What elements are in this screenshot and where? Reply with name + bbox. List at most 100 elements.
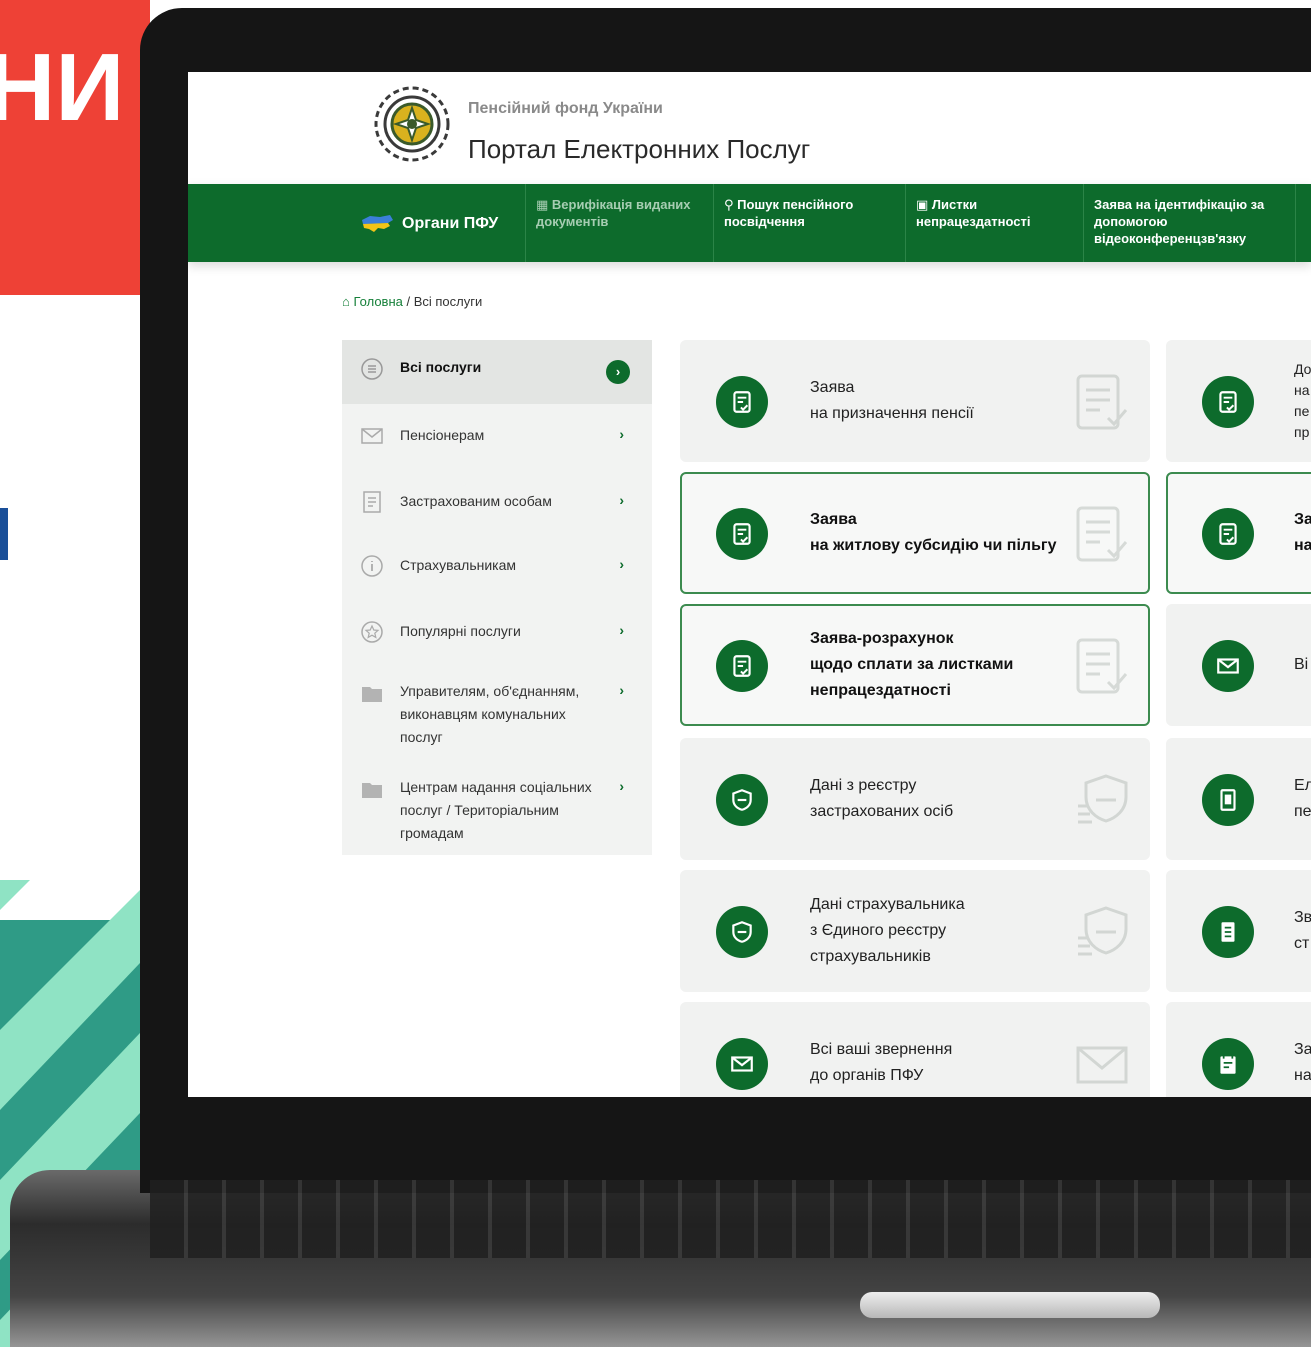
shield-watermark-icon <box>1078 906 1128 956</box>
service-card-line: пе <box>1294 803 1311 820</box>
sidebar-item-popular-services[interactable]: Популярні послуги › <box>342 600 652 664</box>
portal-title[interactable]: Портал Електронних Послуг <box>468 134 810 165</box>
service-card-housing-subsidy[interactable]: Заява на житлову субсидію чи пільгу <box>680 472 1150 594</box>
service-card-col2-1[interactable]: До на пе пр <box>1166 340 1311 462</box>
service-card-pension-application[interactable]: Заява на призначення пенсії <box>680 340 1150 462</box>
search-icon: ⚲ <box>724 197 738 212</box>
sidebar-item-social-service-centers[interactable]: Центрам надання соціальних послуг / Тери… <box>342 760 652 855</box>
service-card-title: Ел пе <box>1294 740 1311 858</box>
laptop-screen: Пенсійний фонд України Портал Електронни… <box>188 72 1311 1097</box>
nav-item-video-identification[interactable]: Заява на ідентифікацію за допомогою віде… <box>1084 184 1296 262</box>
service-card-line: ст <box>1294 935 1310 952</box>
service-card-line: Заява-розрахунок <box>810 630 954 647</box>
service-card-col2-4[interactable]: Ел пе <box>1166 738 1311 860</box>
service-card-line: Ел <box>1294 777 1311 794</box>
service-card-line: Зв <box>1294 909 1311 926</box>
service-card-insurer-registry[interactable]: Дані страхувальника з Єдиного реєстру ст… <box>680 870 1150 992</box>
service-card-title: Ві <box>1294 606 1311 724</box>
folder-icon <box>362 687 382 702</box>
shield-icon <box>716 774 768 826</box>
service-card-col2-3[interactable]: Ві <box>1166 604 1311 726</box>
service-card-title: Заява на призначення пенсії <box>810 342 1110 460</box>
nav-item-label: Органи ПФУ <box>402 214 499 232</box>
envelope-icon <box>716 1038 768 1090</box>
service-card-line: До <box>1294 361 1311 377</box>
main-nav: Органи ПФУ ▦ Верифікація виданих докумен… <box>188 184 1311 262</box>
document-check-icon <box>716 508 768 560</box>
org-name: Пенсійний фонд України <box>468 100 663 117</box>
document-check-icon <box>1202 376 1254 428</box>
breadcrumb-current: Всі послуги <box>413 294 483 309</box>
nav-item-sick-leave[interactable]: ▣ Листки непрацездатності <box>906 184 1084 262</box>
service-card-line: пр <box>1294 424 1310 440</box>
service-card-line: За <box>1294 511 1311 528</box>
camera-icon: ▣ <box>916 197 932 212</box>
service-card-col2-2[interactable]: За на <box>1166 472 1311 594</box>
service-card-title: За на <box>1294 1004 1311 1097</box>
sidebar-item-all-services[interactable]: Всі послуги › <box>342 340 652 404</box>
service-card-line: Дані з реєстру <box>810 777 917 794</box>
service-card-line: страхувальників <box>810 948 931 965</box>
shield-icon <box>716 906 768 958</box>
service-card-col2-6[interactable]: За на <box>1166 1002 1311 1097</box>
service-card-line: до органів ПФУ <box>810 1067 924 1084</box>
folder-icon <box>362 783 382 798</box>
service-card-line: щодо сплати за листками <box>810 656 1014 673</box>
chevron-right-icon: › <box>619 492 624 508</box>
star-icon <box>361 621 383 643</box>
service-card-title: Дані з реєстру застрахованих осіб <box>810 740 1110 858</box>
nav-item-verification[interactable]: ▦ Верифікація виданих документів <box>526 184 714 262</box>
envelope-icon <box>1202 640 1254 692</box>
document-icon <box>363 491 381 513</box>
service-card-title: Всі ваші звернення до органів ПФУ <box>810 1004 1110 1097</box>
nav-item-label: Пошук пенсійного посвідчення <box>724 197 854 229</box>
document-check-icon <box>1202 508 1254 560</box>
sidebar-item-label: Управителям, об'єднанням, виконавцям ком… <box>400 683 580 745</box>
document-watermark-icon <box>1076 506 1128 562</box>
nav-item-pfu-bodies[interactable]: Органи ПФУ <box>342 184 526 262</box>
services-sidebar: Всі послуги › Пенсіонерам › Застраховани… <box>342 340 652 855</box>
list-icon <box>361 358 383 380</box>
promo-blue-mark <box>0 508 8 560</box>
nav-item-pension-certificate-search[interactable]: ⚲ Пошук пенсійного посвідчення <box>714 184 906 262</box>
pfu-logo-icon[interactable] <box>374 86 450 162</box>
sidebar-item-label: Центрам надання соціальних послуг / Тери… <box>400 779 592 841</box>
service-card-sick-leave-payment[interactable]: Заява-розрахунок щодо сплати за листками… <box>680 604 1150 726</box>
service-card-title: Зв ст <box>1294 872 1311 990</box>
document-check-icon <box>716 376 768 428</box>
service-card-line: непрацездатності <box>810 682 951 699</box>
laptop-touchpad-lip <box>860 1292 1160 1318</box>
document-watermark-icon <box>1076 374 1128 430</box>
chevron-right-icon: › <box>619 426 624 442</box>
sidebar-item-insured-persons[interactable]: Застрахованим особам › <box>342 470 652 534</box>
promo-banner-text: НИ <box>0 40 125 136</box>
service-card-line: За <box>1294 1041 1311 1058</box>
sidebar-item-label: Застрахованим особам <box>400 493 552 509</box>
envelope-watermark-icon <box>1076 1046 1128 1084</box>
document-check-icon <box>716 640 768 692</box>
service-card-line: Заява <box>810 511 857 528</box>
sidebar-item-label: Популярні послуги <box>400 623 521 639</box>
breadcrumb-home-link[interactable]: Головна <box>353 294 402 309</box>
service-card-title: До на пе пр <box>1294 342 1311 460</box>
sidebar-item-utility-managers[interactable]: Управителям, об'єднанням, виконавцям ком… <box>342 664 652 760</box>
sidebar-item-insurers[interactable]: Страхувальникам › <box>342 534 652 600</box>
service-card-line: на <box>1294 537 1311 554</box>
service-card-line: Ві <box>1294 656 1309 673</box>
chevron-right-icon: › <box>606 360 630 384</box>
barcode-icon: ▦ <box>536 197 552 212</box>
shield-watermark-icon <box>1078 774 1128 824</box>
sidebar-item-label: Всі послуги <box>400 359 482 375</box>
service-card-all-appeals[interactable]: Всі ваші звернення до органів ПФУ <box>680 1002 1150 1097</box>
sidebar-item-pensioners[interactable]: Пенсіонерам › <box>342 404 652 470</box>
service-card-col2-5[interactable]: Зв ст <box>1166 870 1311 992</box>
chevron-right-icon: › <box>619 622 624 638</box>
service-card-line: Дані страхувальника <box>810 896 965 913</box>
service-card-line: Заява <box>810 379 855 396</box>
service-card-line: з Єдиного реєстру <box>810 922 947 939</box>
ukraine-map-icon <box>362 215 393 232</box>
home-icon[interactable]: ⌂ <box>342 294 353 309</box>
service-card-line: застрахованих осіб <box>810 803 954 820</box>
nav-item-label: Листки непрацездатності <box>916 197 1031 229</box>
service-card-insured-registry[interactable]: Дані з реєстру застрахованих осіб <box>680 738 1150 860</box>
